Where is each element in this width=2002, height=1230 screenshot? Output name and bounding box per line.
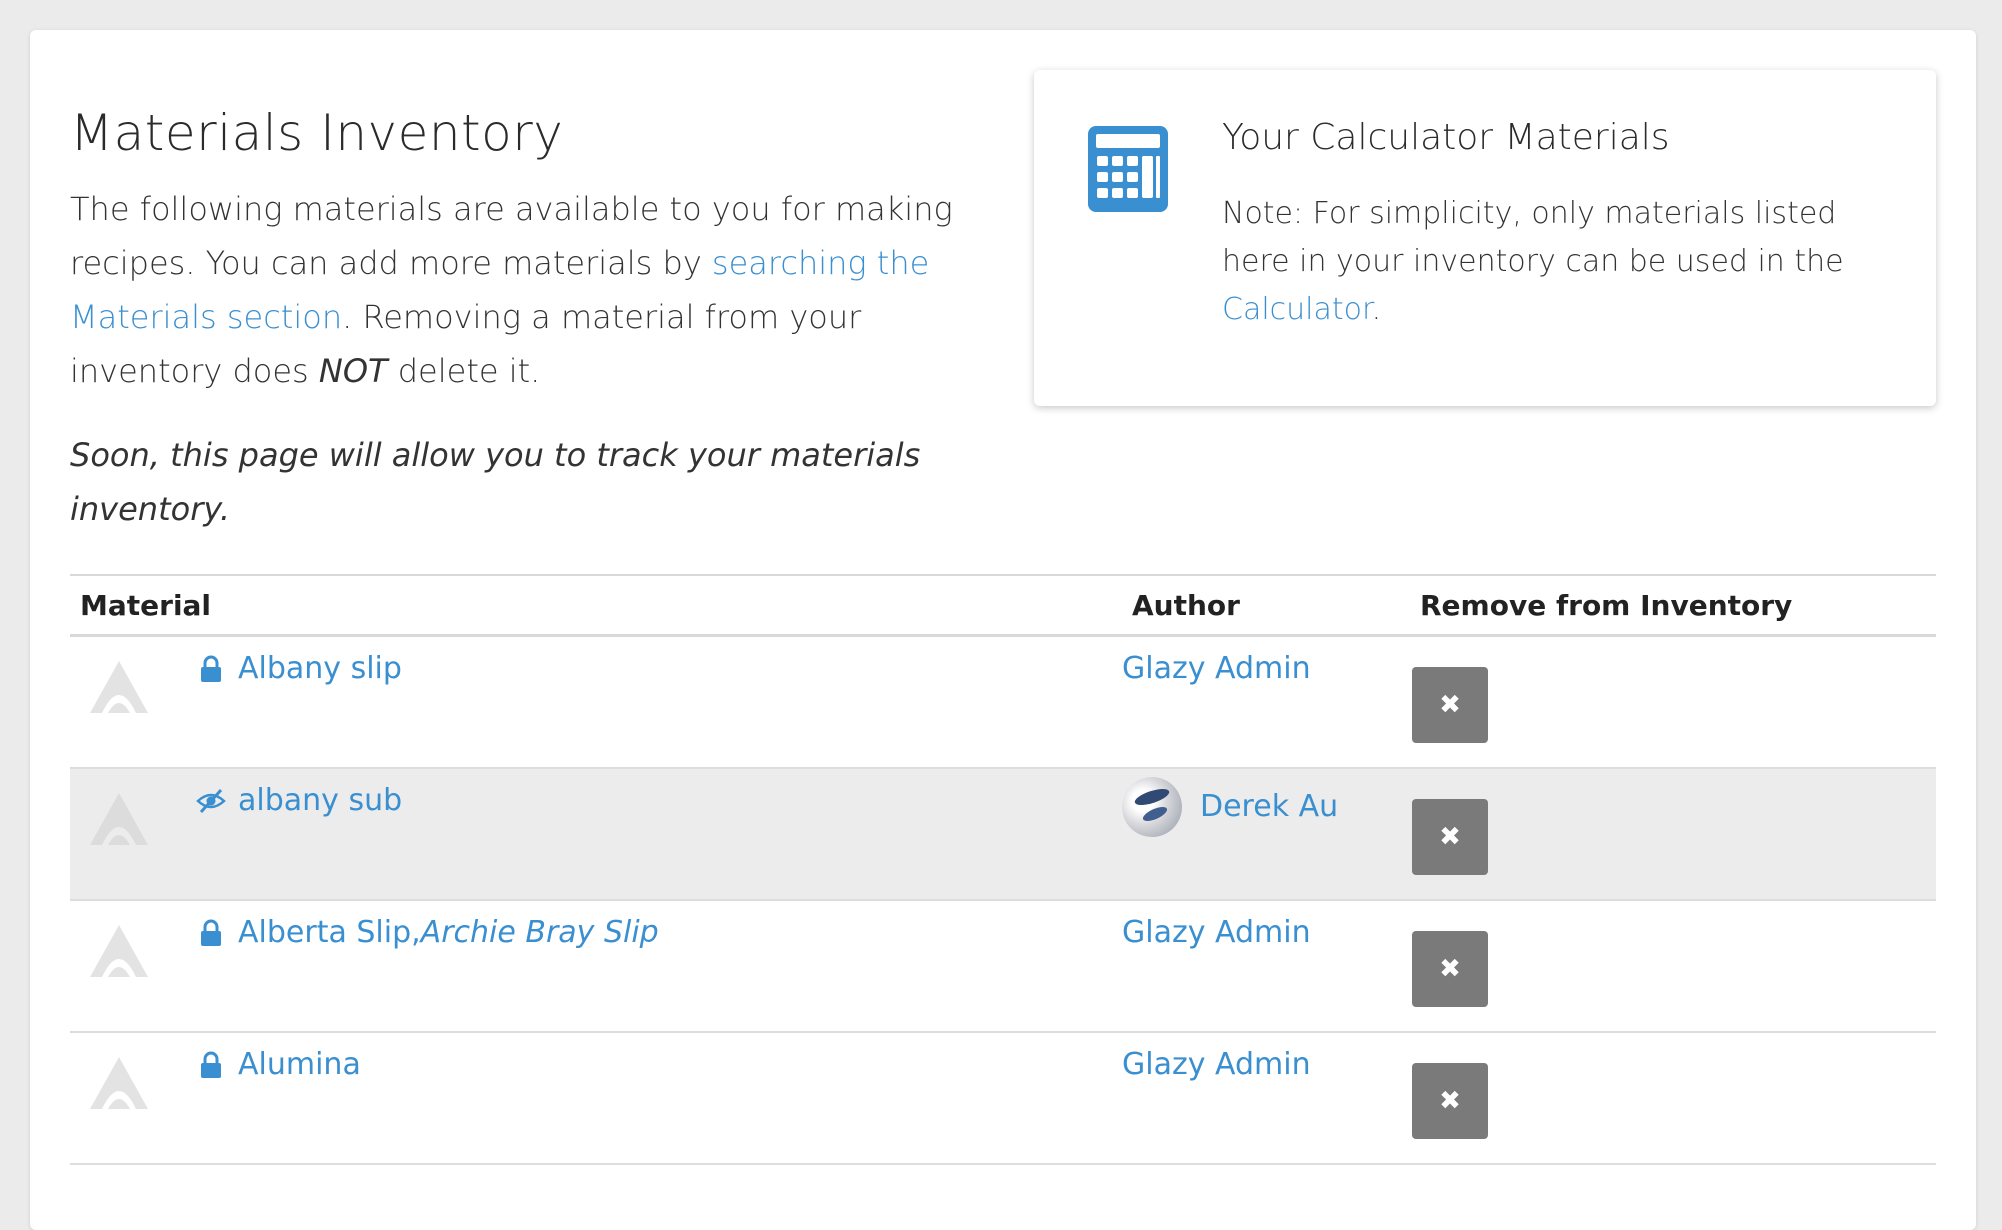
soon-notice: Soon, this page will allow you to track … [70,436,921,528]
lock-icon [201,1051,221,1078]
material-name-cell: Alberta Slip, Archie Bray Slip [196,900,1122,1032]
info-title: Your Calculator Materials [1222,117,1670,158]
info-note: Note: For simplicity, only materials lis… [1222,190,1902,334]
author-link[interactable]: Glazy Admin [1122,649,1311,689]
material-name-cell: Alumina [196,1032,1122,1164]
material-placeholder-icon [90,792,148,845]
remove-button[interactable]: ✖ [1412,1062,1488,1139]
info-note-end: . [1371,292,1382,327]
material-link[interactable]: Alumina [196,1045,361,1085]
remove-cell: ✖ [1410,636,1936,768]
eye-slash-icon [196,788,226,813]
remove-cell: ✖ [1410,1032,1936,1164]
table-row: Alumina Glazy Admin ✖ [70,1032,1936,1164]
author-link[interactable]: Derek Au [1122,776,1339,837]
material-placeholder-icon [90,924,148,977]
material-name: Alumina [238,1046,361,1082]
remove-button[interactable]: ✖ [1412,798,1488,875]
table-row: Albany slip Glazy Admin ✖ [70,636,1936,768]
author-cell: Derek Au [1122,768,1410,900]
material-name: Alberta Slip, [238,914,421,950]
intro-text-3: delete it. [387,352,541,390]
author-link[interactable]: Glazy Admin [1122,1045,1311,1085]
material-name: Albany slip [238,651,402,686]
material-name-cell: Albany slip [196,636,1122,768]
lock-icon [201,655,221,682]
table-row: albany sub Derek Au ✖ [70,767,1936,900]
table-row: Alberta Slip, Archie Bray Slip Glazy Adm… [70,900,1936,1032]
author-column-header: Author [1132,588,1240,622]
material-thumbnail-cell [70,768,196,900]
remove-button[interactable]: ✖ [1412,930,1488,1007]
author-name: Derek Au [1200,788,1339,824]
calculator-info-card: Your Calculator Materials Note: For simp… [1034,70,1936,406]
material-link[interactable]: Alberta Slip, Archie Bray Slip [196,913,659,953]
table-header-row: Material Author Remove from Inventory [70,575,1936,636]
material-thumbnail-cell [70,900,196,1032]
avatar [1122,776,1182,837]
calculator-link[interactable]: Calculator [1222,292,1372,327]
material-link[interactable]: albany sub [196,781,402,821]
material-name: albany sub [238,782,403,818]
material-placeholder-icon [90,661,148,713]
material-link[interactable]: Albany slip [196,649,402,689]
intro-emphasis: NOT [318,352,388,390]
materials-table-wrap: Material Author Remove from Inventory Al… [70,574,1936,1165]
material-thumbnail-cell [70,1032,196,1164]
author-cell: Glazy Admin [1122,636,1410,768]
author-cell: Glazy Admin [1122,1032,1410,1164]
page-title: Materials Inventory [70,104,564,162]
lock-icon [201,919,221,946]
material-placeholder-icon [90,1056,148,1109]
remove-button[interactable]: ✖ [1412,667,1488,743]
material-alias: Archie Bray Slip [420,914,659,950]
calculator-icon [1088,126,1168,212]
remove-cell: ✖ [1410,768,1936,900]
material-thumbnail-cell [70,636,196,768]
material-column-header: Material [80,588,212,622]
info-note-text: Note: For simplicity, only materials lis… [1222,196,1844,279]
materials-table: Material Author Remove from Inventory Al… [70,574,1936,1165]
remove-column-header: Remove from Inventory [1420,588,1793,622]
intro-section: Materials Inventory The following materi… [70,98,1010,536]
author-cell: Glazy Admin [1122,900,1410,1032]
remove-cell: ✖ [1410,900,1936,1032]
material-name-cell: albany sub [196,768,1122,900]
intro-paragraph: The following materials are available to… [70,182,1010,398]
author-link[interactable]: Glazy Admin [1122,913,1311,953]
